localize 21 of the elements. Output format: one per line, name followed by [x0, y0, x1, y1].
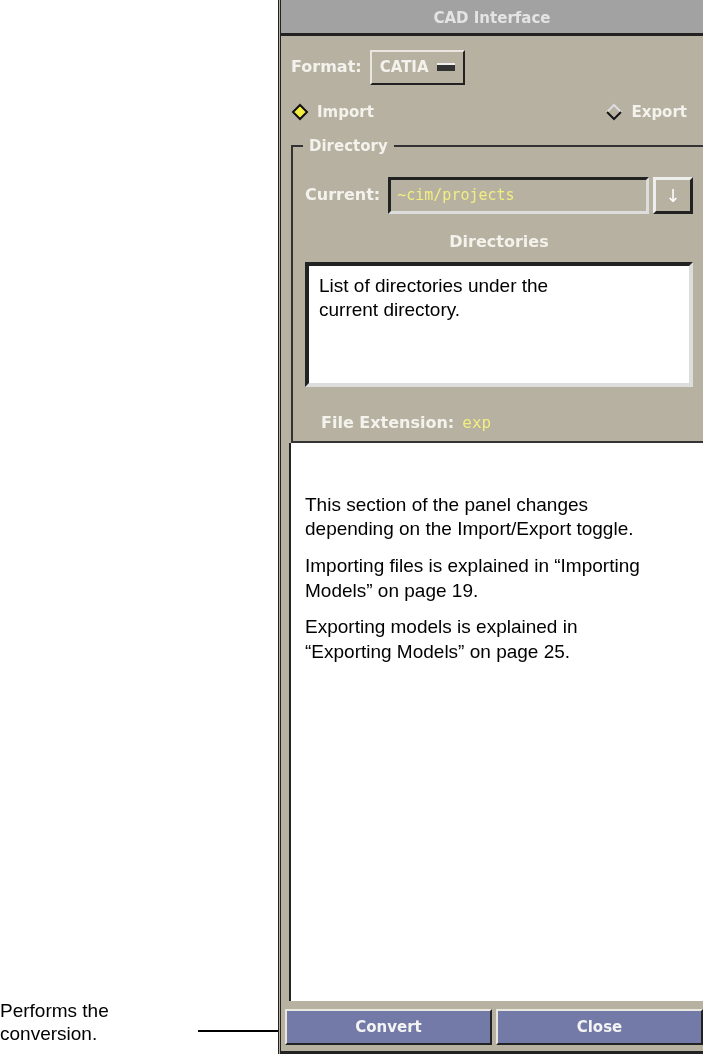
radio-option[interactable]: Export: [605, 100, 687, 123]
list-label: Directories: [449, 231, 549, 251]
window-title: CAD Interface: [281, 0, 703, 36]
radio-icon: [605, 102, 624, 121]
directory-field[interactable]: ~cim/projects: [388, 177, 649, 214]
note-paragraph: Exporting models is explained in “Exporting Models” on page 25.: [305, 615, 579, 664]
panel-button[interactable]: Close: [496, 1008, 703, 1045]
extension-label: File Extension:: [321, 412, 455, 432]
annotation-text: Performs the conversion.: [0, 998, 110, 1046]
option-menu-icon: [436, 63, 455, 72]
note-paragraph: Importing files is explained in “Importing Models” on page 19.: [305, 553, 641, 603]
dropdown-button[interactable]: ↓: [653, 177, 693, 214]
current-label: Current:: [305, 184, 381, 207]
panel-button[interactable]: Convert: [285, 1008, 492, 1045]
directory-list[interactable]: List of directories under the current directory.: [305, 261, 693, 387]
radio-icon: [291, 102, 309, 121]
extension-value: exp: [462, 412, 492, 432]
radio-option[interactable]: Import: [291, 100, 374, 123]
format-dropdown[interactable]: CATIA: [369, 50, 465, 85]
format-label: Format:: [291, 56, 362, 79]
note-paragraph: This section of the panel changes depending on the Import/Export toggle.: [305, 492, 635, 542]
